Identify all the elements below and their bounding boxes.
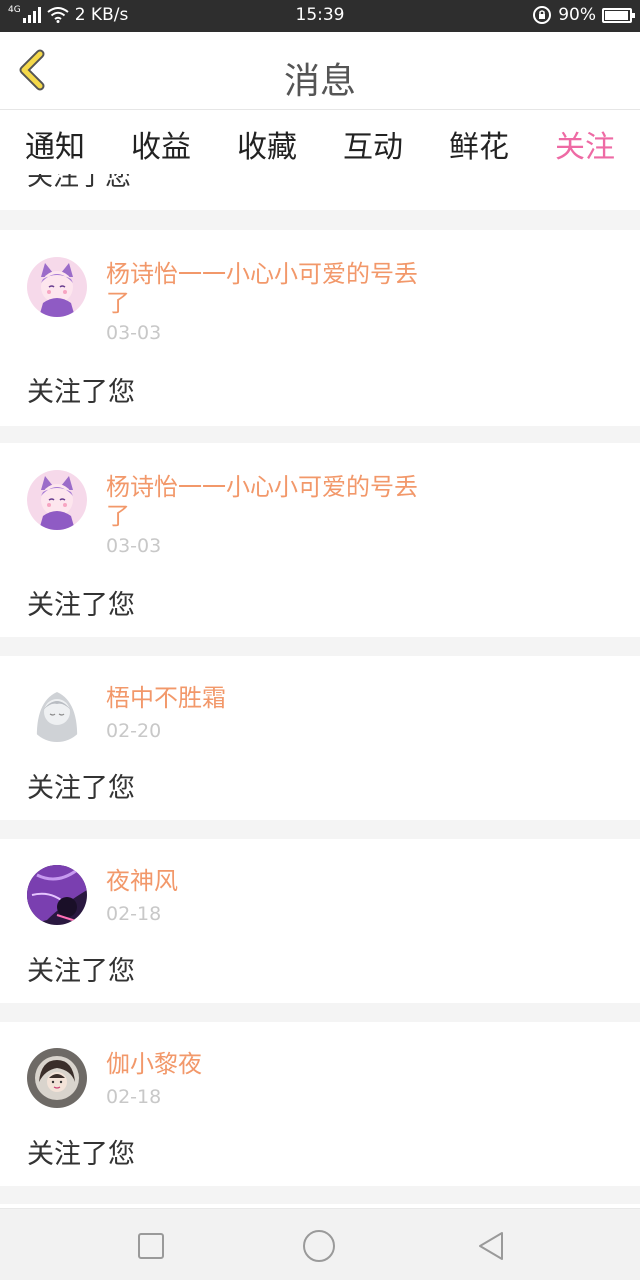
tab-label: 通知 — [25, 130, 85, 165]
notification-message: 关注了您 — [27, 1139, 135, 1170]
list-item[interactable]: 梧中不胜霜 02-20 关注了您 — [0, 656, 640, 820]
avatar[interactable] — [27, 1048, 87, 1108]
system-nav-bar — [0, 1208, 640, 1280]
tab-bar: 通知 收益 收藏 互动 鲜花 关注 — [0, 110, 640, 180]
battery-percent: 90% — [558, 5, 596, 25]
tab-interactions[interactable]: 互动 — [328, 122, 418, 166]
page-title: 消息 — [283, 61, 356, 102]
rotation-lock-icon — [533, 6, 552, 24]
notification-message: 关注了您 — [27, 377, 135, 408]
user-name[interactable]: 杨诗怡一一小心小可爱的号丢了 — [106, 260, 426, 318]
tab-label: 收益 — [131, 130, 191, 165]
battery-icon — [602, 7, 635, 23]
status-bar: 4G 2 KB/s 15:39 90% — [0, 0, 640, 32]
avatar[interactable] — [27, 865, 87, 925]
tab-following[interactable]: 关注 — [540, 122, 630, 180]
avatar[interactable] — [27, 682, 87, 742]
avatar[interactable] — [27, 257, 87, 317]
triangle-back-icon[interactable] — [474, 1229, 508, 1263]
tab-label: 互动 — [343, 130, 403, 165]
notification-message: 关注了您 — [27, 174, 132, 192]
tab-label: 关注 — [555, 130, 615, 165]
notification-list[interactable]: 关注了您 杨诗怡一一小心小可爱的号丢了 03-03 关注了您 杨诗怡一一小心小可… — [0, 174, 640, 1208]
list-item[interactable]: 杨诗怡一一小心小可爱的号丢了 03-03 关注了您 — [0, 230, 640, 426]
user-name[interactable]: 伽小黎夜 — [106, 1050, 426, 1079]
notification-date: 02-18 — [106, 903, 162, 925]
user-name[interactable]: 杨诗怡一一小心小可爱的号丢了 — [106, 473, 426, 531]
status-right: 90% — [532, 5, 635, 25]
tab-favorites[interactable]: 收藏 — [222, 122, 312, 166]
notification-date: 02-18 — [106, 1086, 162, 1108]
circle-icon[interactable] — [302, 1229, 336, 1263]
notification-date: 03-03 — [106, 535, 162, 557]
square-icon[interactable] — [134, 1229, 168, 1263]
list-item[interactable]: 杨诗怡一一小心小可爱的号丢了 03-03 关注了您 — [0, 443, 640, 637]
notification-date: 03-03 — [106, 322, 162, 344]
user-name[interactable]: 梧中不胜霜 — [106, 684, 426, 713]
list-item-partial[interactable]: 关注了您 — [0, 174, 640, 210]
tab-label: 鲜花 — [449, 130, 509, 165]
list-item[interactable]: 伽小黎夜 02-18 关注了您 — [0, 1022, 640, 1186]
tab-earnings[interactable]: 收益 — [116, 122, 206, 166]
list-item[interactable]: 夜神风 02-18 关注了您 — [0, 839, 640, 1003]
user-name[interactable]: 夜神风 — [106, 867, 426, 896]
notification-message: 关注了您 — [27, 590, 135, 621]
notification-date: 02-20 — [106, 720, 162, 742]
tab-flowers[interactable]: 鲜花 — [434, 122, 524, 166]
notification-message: 关注了您 — [27, 956, 135, 987]
notification-message: 关注了您 — [27, 773, 135, 804]
app-header: 消息 — [0, 32, 640, 110]
avatar[interactable] — [27, 470, 87, 530]
tab-label: 收藏 — [237, 130, 297, 165]
tab-notifications[interactable]: 通知 — [10, 122, 100, 166]
